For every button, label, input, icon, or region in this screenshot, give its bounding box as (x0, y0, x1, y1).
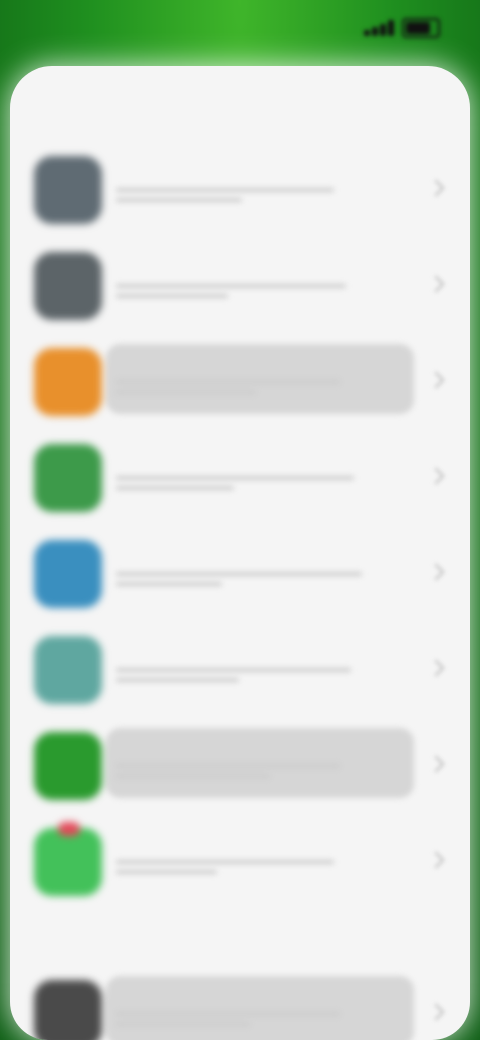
chevron-right-icon (427, 275, 445, 293)
chevron-right-icon (427, 1003, 445, 1021)
app-icon (34, 444, 102, 512)
signal-icon (364, 20, 394, 36)
chevron-right-icon (427, 563, 445, 581)
app-row[interactable] (10, 334, 470, 430)
chevron-right-icon (427, 755, 445, 773)
app-row[interactable] (10, 430, 470, 526)
app-icon (34, 156, 102, 224)
app-row[interactable] (10, 526, 470, 622)
chevron-right-icon (427, 659, 445, 677)
app-row[interactable] (10, 142, 470, 238)
status-bar (0, 0, 480, 56)
app-icon (34, 252, 102, 320)
app-row[interactable] (10, 814, 470, 910)
app-row[interactable] (10, 622, 470, 718)
app-icon (34, 348, 102, 416)
status-icons (364, 18, 440, 38)
app-icon (34, 732, 102, 800)
chevron-right-icon (427, 851, 445, 869)
battery-icon (402, 18, 440, 38)
chevron-right-icon (427, 179, 445, 197)
app-icon (34, 636, 102, 704)
app-icon (34, 540, 102, 608)
chevron-right-icon (427, 467, 445, 485)
app-row[interactable] (10, 238, 470, 334)
notification-badge (58, 822, 80, 836)
app-icon (34, 980, 102, 1040)
chevron-right-icon (427, 371, 445, 389)
app-list-sheet (10, 66, 470, 1040)
app-row-bottom[interactable] (10, 966, 470, 1040)
app-icon (34, 822, 102, 896)
app-row[interactable] (10, 718, 470, 814)
app-list (10, 142, 470, 1040)
